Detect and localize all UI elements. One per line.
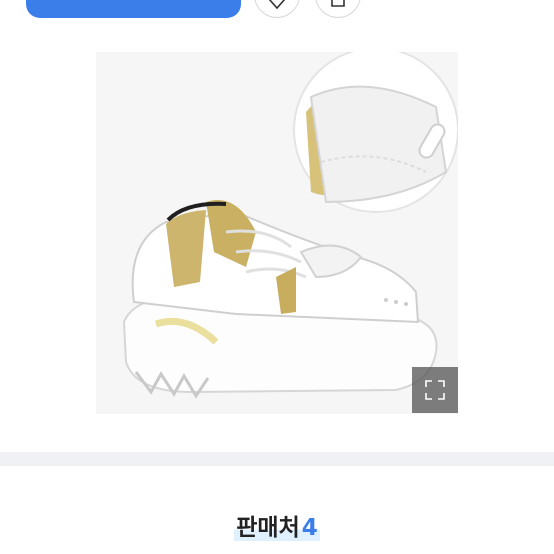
sellers-count: 4	[301, 515, 318, 541]
sellers-heading: 판매처4	[0, 508, 554, 542]
heart-icon	[268, 0, 286, 10]
sellers-title-highlight: 판매처4	[234, 515, 320, 541]
wish-button[interactable]	[254, 0, 300, 18]
sneaker-illustration	[96, 52, 458, 414]
product-image[interactable]	[96, 52, 458, 414]
expand-image-button[interactable]	[412, 367, 458, 413]
share-icon	[331, 0, 345, 7]
top-action-bar	[0, 0, 554, 30]
expand-icon	[425, 380, 445, 400]
buy-button[interactable]	[26, 0, 241, 18]
share-button[interactable]	[315, 0, 361, 18]
sellers-title: 판매처	[236, 515, 300, 541]
section-divider	[0, 452, 554, 466]
